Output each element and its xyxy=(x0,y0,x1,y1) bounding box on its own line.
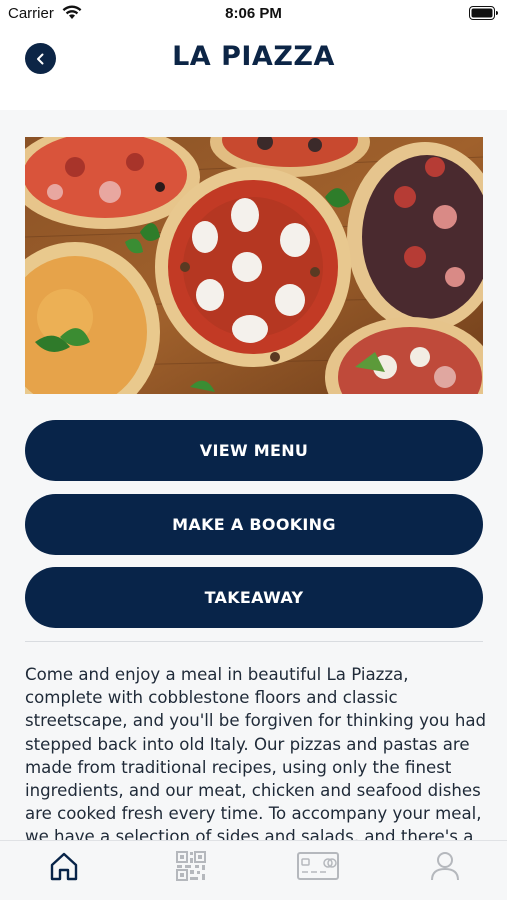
main-content: VIEW MENU MAKE A BOOKING TAKEAWAY Come a… xyxy=(0,110,507,840)
qr-code-icon xyxy=(176,851,206,881)
section-divider xyxy=(25,641,483,642)
profile-icon xyxy=(431,852,459,881)
make-booking-button[interactable]: MAKE A BOOKING xyxy=(25,494,483,555)
tab-home[interactable] xyxy=(39,849,89,883)
status-time: 8:06 PM xyxy=(225,5,282,22)
card-icon xyxy=(297,852,339,880)
takeaway-button[interactable]: TAKEAWAY xyxy=(25,567,483,628)
view-menu-button[interactable]: VIEW MENU xyxy=(25,420,483,481)
navigation-bar: LA PIAZZA xyxy=(0,30,507,110)
restaurant-pizza-image xyxy=(25,137,483,394)
tab-card[interactable] xyxy=(293,849,343,883)
tab-bar xyxy=(0,840,507,900)
status-bar: Carrier 8:06 PM xyxy=(0,0,507,30)
home-icon xyxy=(50,852,78,881)
page-title: LA PIAZZA xyxy=(172,41,335,72)
restaurant-description: Come and enjoy a meal in beautiful La Pi… xyxy=(25,665,487,840)
tab-qr-code[interactable] xyxy=(166,849,216,883)
tab-profile[interactable] xyxy=(420,849,470,883)
battery-icon xyxy=(469,6,499,25)
